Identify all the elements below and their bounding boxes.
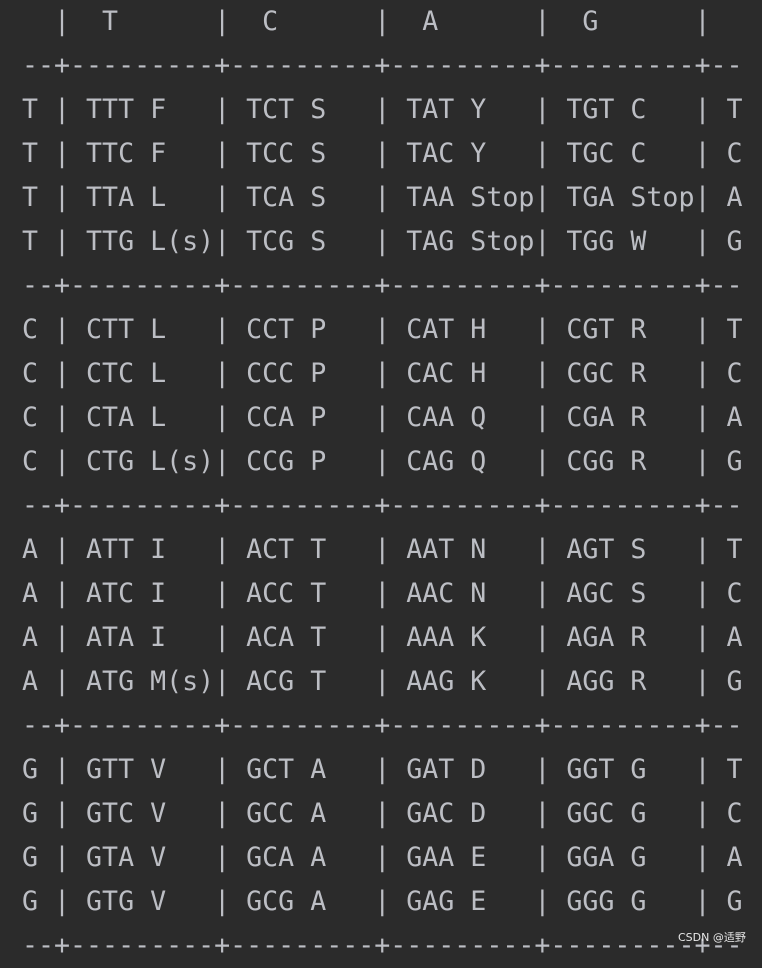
table-row: T | TTG L(s)| TCG S | TAG Stop| TGG W | … bbox=[22, 226, 743, 257]
table-row: G | GTC V | GCC A | GAC D | GGC G | C bbox=[22, 798, 743, 829]
table-row: A | ATT I | ACT T | AAT N | AGT S | T bbox=[22, 534, 743, 565]
table-row: C | CTC L | CCC P | CAC H | CGC R | C bbox=[22, 358, 743, 389]
table-row: C | CTG L(s)| CCG P | CAG Q | CGG R | G bbox=[22, 446, 743, 477]
table-row: G | GTA V | GCA A | GAA E | GGA G | A bbox=[22, 842, 743, 873]
table-separator: --+---------+---------+---------+-------… bbox=[22, 930, 743, 961]
table-row: A | ATG M(s)| ACG T | AAG K | AGG R | G bbox=[22, 666, 743, 697]
table-row: G | GTG V | GCG A | GAG E | GGG G | G bbox=[22, 886, 743, 917]
table-separator: --+---------+---------+---------+-------… bbox=[22, 490, 743, 521]
table-row: A | ATC I | ACC T | AAC N | AGC S | C bbox=[22, 578, 743, 609]
table-row: G | GTT V | GCT A | GAT D | GGT G | T bbox=[22, 754, 743, 785]
table-row: T | TTA L | TCA S | TAA Stop| TGA Stop| … bbox=[22, 182, 743, 213]
console-output: | T | C | A | G | --+---------+---------… bbox=[22, 0, 743, 961]
table-row: T | TTT F | TCT S | TAT Y | TGT C | T bbox=[22, 94, 743, 125]
table-header: | T | C | A | G | bbox=[22, 6, 711, 37]
table-separator: --+---------+---------+---------+-------… bbox=[22, 50, 743, 81]
table-row: T | TTC F | TCC S | TAC Y | TGC C | C bbox=[22, 138, 743, 169]
watermark: CSDN @适野 bbox=[678, 931, 746, 944]
table-row: C | CTA L | CCA P | CAA Q | CGA R | A bbox=[22, 402, 743, 433]
table-separator: --+---------+---------+---------+-------… bbox=[22, 270, 743, 301]
table-separator: --+---------+---------+---------+-------… bbox=[22, 710, 743, 741]
table-row: A | ATA I | ACA T | AAA K | AGA R | A bbox=[22, 622, 743, 653]
table-row: C | CTT L | CCT P | CAT H | CGT R | T bbox=[22, 314, 743, 345]
